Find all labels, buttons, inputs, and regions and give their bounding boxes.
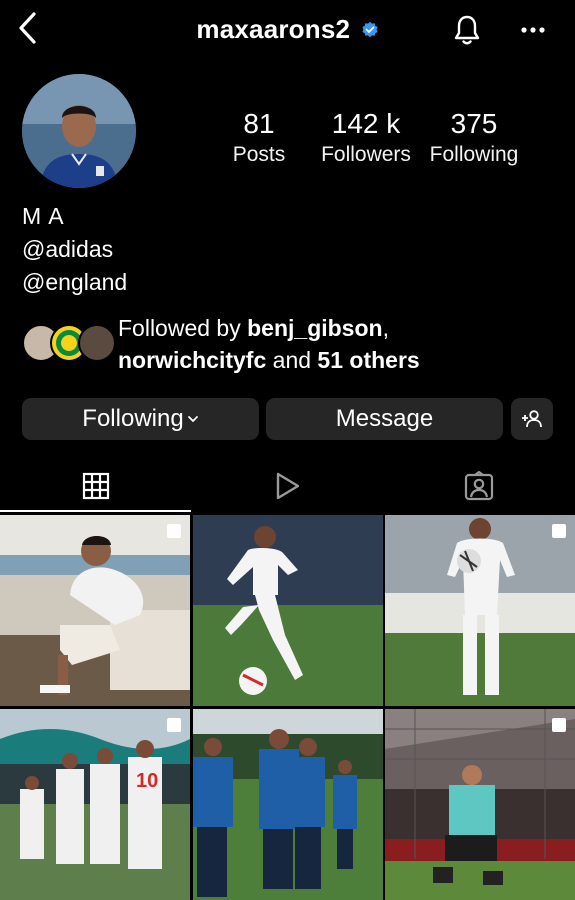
multiple-posts-icon xyxy=(552,718,566,732)
following-button-label: Following xyxy=(82,405,184,432)
tab-tagged[interactable] xyxy=(383,460,574,512)
multiple-posts-icon xyxy=(552,524,566,538)
profile-username: maxaarons2 xyxy=(196,14,351,44)
grid-post-5[interactable] xyxy=(193,709,383,900)
bio-mention-england[interactable]: @england xyxy=(22,266,127,299)
posts-stat[interactable]: 81 Posts xyxy=(199,108,319,170)
followed-by-user-2[interactable]: norwichcityfc xyxy=(118,347,266,373)
followers-count: 142 k xyxy=(331,108,401,139)
notification-bell-icon[interactable] xyxy=(452,14,482,46)
grid-post-4[interactable]: 10 xyxy=(0,709,190,900)
message-button[interactable]: Message xyxy=(266,398,503,440)
verified-badge-icon xyxy=(361,21,379,39)
profile-full-name: M A xyxy=(22,203,65,229)
title-wrap: maxaarons2 xyxy=(0,14,575,45)
message-button-label: Message xyxy=(335,405,434,432)
active-tab-indicator xyxy=(0,510,191,512)
more-options-icon[interactable] xyxy=(518,20,548,40)
multiple-posts-icon xyxy=(167,524,181,538)
following-label: Following xyxy=(429,143,519,166)
bio-mention-adidas[interactable]: @adidas xyxy=(22,233,127,266)
following-button[interactable]: Following xyxy=(22,398,259,440)
followers-label: Followers xyxy=(321,143,411,166)
chevron-down-icon xyxy=(187,416,198,423)
grid-post-6[interactable] xyxy=(385,709,575,900)
multiple-posts-icon xyxy=(167,718,181,732)
followed-by-others[interactable]: 51 others xyxy=(317,347,419,373)
tab-reels[interactable] xyxy=(191,460,382,512)
following-count: 375 xyxy=(450,108,498,139)
posts-grid: 10 xyxy=(0,515,575,900)
followed-by-and: and xyxy=(266,347,318,373)
followed-by-user-1[interactable]: benj_gibson xyxy=(247,315,382,341)
profile-avatar[interactable] xyxy=(22,74,136,188)
posts-label: Posts xyxy=(232,143,286,166)
profile-bio: M A @adidas @england xyxy=(22,200,127,299)
follower-avatar-3 xyxy=(78,324,116,362)
play-icon xyxy=(276,472,299,500)
followed-by-prefix: Followed by xyxy=(118,315,248,341)
followers-stat[interactable]: 142 k Followers xyxy=(306,108,426,170)
grid-post-2[interactable] xyxy=(193,515,383,706)
grid-icon xyxy=(82,472,109,500)
following-stat[interactable]: 375 Following xyxy=(414,108,534,170)
profile-tabs xyxy=(0,460,575,512)
tagged-person-icon xyxy=(464,471,493,501)
grid-post-1[interactable] xyxy=(0,515,190,706)
profile-header: maxaarons2 xyxy=(0,0,575,62)
add-person-icon xyxy=(522,410,542,428)
posts-count: 81 xyxy=(243,108,275,139)
grid-post-3[interactable] xyxy=(385,515,575,706)
tab-posts[interactable] xyxy=(0,460,191,512)
suggested-accounts-button[interactable] xyxy=(511,398,553,440)
svg-text:10: 10 xyxy=(136,770,158,792)
followed-by-text: Followed by benj_gibson, norwichcityfc a… xyxy=(118,312,558,376)
followed-by-separator: , xyxy=(382,315,389,341)
